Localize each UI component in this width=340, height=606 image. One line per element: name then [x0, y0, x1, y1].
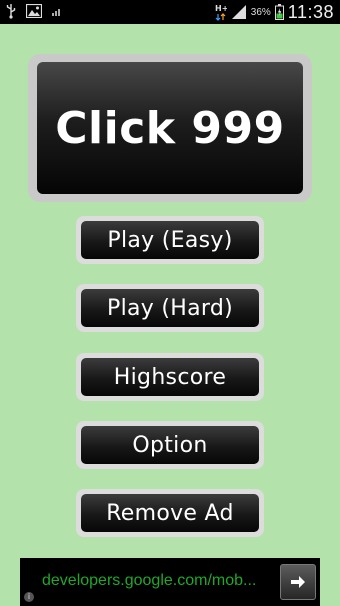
remove-ad-label: Remove Ad: [81, 494, 259, 532]
play-easy-label: Play (Easy): [81, 221, 259, 259]
svg-text:H+: H+: [215, 4, 227, 13]
play-easy-button[interactable]: Play (Easy): [76, 216, 264, 264]
play-hard-button[interactable]: Play (Hard): [76, 284, 264, 332]
clock: 11:38: [287, 1, 334, 22]
highscore-button[interactable]: Highscore: [76, 353, 264, 401]
ad-banner[interactable]: i developers.google.com/mob...: [20, 558, 320, 606]
battery-icon: [274, 4, 284, 20]
play-hard-label: Play (Hard): [81, 289, 259, 327]
ad-link-text[interactable]: developers.google.com/mob...: [42, 572, 256, 590]
status-bar-system: H+ 36% 11:38: [215, 2, 334, 22]
image-icon: [25, 3, 43, 19]
game-title: Click 999: [55, 102, 285, 154]
remove-ad-button[interactable]: Remove Ad: [76, 489, 264, 537]
signal-small-icon: [52, 6, 62, 16]
title-panel-face: Click 999: [37, 62, 303, 194]
option-button[interactable]: Option: [76, 421, 264, 469]
battery-percent: 36%: [250, 6, 271, 18]
network-type-icon: H+: [215, 3, 228, 21]
signal-icon: [231, 4, 247, 20]
status-bar-notifications: [6, 3, 62, 19]
arrow-right-icon: [290, 575, 306, 589]
ad-info-icon[interactable]: i: [24, 592, 34, 602]
title-panel: Click 999: [28, 54, 312, 202]
highscore-label: Highscore: [81, 358, 259, 396]
usb-icon: [6, 3, 16, 19]
option-label: Option: [81, 426, 259, 464]
status-bar: H+ 36% 11:38: [0, 0, 340, 24]
ad-open-button[interactable]: [280, 564, 316, 600]
